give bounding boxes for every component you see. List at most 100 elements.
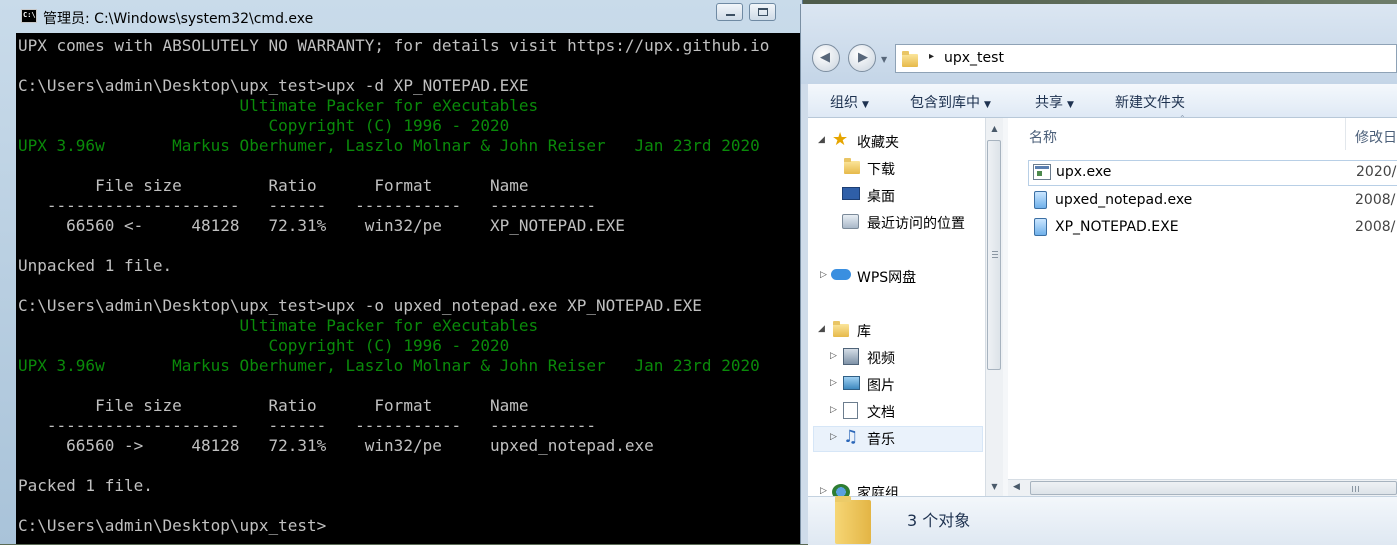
tree-item-downloads[interactable]: 下载: [840, 156, 980, 180]
new-folder-label: 新建文件夹: [1115, 95, 1185, 111]
chevron-down-icon: ▼: [984, 100, 991, 110]
grip-line: [992, 254, 998, 255]
cmd-window[interactable]: C:\ 管理员: C:\Windows\system32\cmd.exe UPX…: [0, 0, 803, 544]
breadcrumb-separator[interactable]: ▸: [929, 51, 934, 62]
videos-icon: [843, 348, 859, 365]
expand-arrow-icon[interactable]: ▷: [820, 270, 827, 280]
scroll-up-arrow-icon[interactable]: ▲: [986, 120, 1003, 137]
recent-pages-dropdown[interactable]: ▼: [881, 55, 887, 64]
tree-item-videos[interactable]: ▷ 视频: [830, 345, 980, 369]
maximize-icon: [758, 8, 768, 16]
chevron-down-icon: ▼: [862, 100, 869, 110]
address-bar[interactable]: ▸ upx_test: [895, 44, 1397, 73]
include-in-library-label: 包含到库中: [910, 95, 980, 111]
expand-arrow-icon[interactable]: ▷: [830, 432, 837, 442]
console-line: Ultimate Packer for eXecutables: [18, 96, 539, 115]
file-name: upx.exe: [1056, 164, 1112, 180]
folder-icon: [902, 51, 918, 67]
tree-item-recent-places[interactable]: 最近访问的位置: [840, 210, 980, 234]
cmd-title-bar[interactable]: C:\ 管理员: C:\Windows\system32\cmd.exe: [0, 0, 802, 33]
scrollbar-thumb[interactable]: [987, 140, 1001, 370]
library-icon: [833, 321, 849, 337]
sort-ascending-icon: ⌃: [1179, 114, 1186, 123]
organize-label: 组织: [830, 95, 858, 111]
command-bar: 组织 ▼ 包含到库中 ▼ 共享 ▼ 新建文件夹: [808, 84, 1397, 118]
downloads-label: 下载: [867, 162, 895, 178]
wps-cloud-label: WPS网盘: [857, 270, 917, 286]
expand-arrow-icon[interactable]: ▷: [830, 378, 837, 388]
cmd-icon[interactable]: C:\: [21, 9, 37, 23]
include-in-library-button[interactable]: 包含到库中 ▼: [910, 92, 991, 112]
console-line: Unpacked 1 file.: [18, 256, 173, 275]
tree-item-pictures[interactable]: ▷ 图片: [830, 372, 980, 396]
horizontal-scrollbar[interactable]: ◀: [1008, 479, 1397, 496]
organize-button[interactable]: 组织 ▼: [830, 92, 869, 112]
console-line: Packed 1 file.: [18, 476, 153, 495]
console-line: Copyright (C) 1996 - 2020: [18, 336, 510, 355]
music-icon: ♫: [843, 427, 859, 447]
file-date: 2008/: [1355, 192, 1396, 208]
documents-label: 文档: [867, 405, 895, 421]
tree-item-libraries[interactable]: ◢ 库: [818, 318, 978, 342]
libraries-label: 库: [857, 324, 871, 340]
console-line: 66560 <- 48128 72.31% win32/pe XP_NOTEPA…: [18, 216, 625, 235]
file-row-upxed-notepad[interactable]: upxed_notepad.exe 2008/: [1028, 189, 1397, 213]
expand-arrow-icon[interactable]: ▷: [820, 486, 827, 496]
grip-line: [992, 251, 998, 252]
column-header-date-modified[interactable]: 修改日: [1355, 127, 1397, 147]
desktop-icon: [842, 187, 860, 200]
console-line: UPX 3.96w Markus Oberhumer, Laszlo Molna…: [18, 136, 760, 155]
scroll-left-arrow-icon[interactable]: ◀: [1013, 482, 1020, 492]
grip-line: [992, 257, 998, 258]
scroll-down-arrow-icon[interactable]: ▼: [986, 478, 1003, 495]
tree-item-music[interactable]: ▷ ♫ 音乐: [830, 426, 980, 450]
back-button[interactable]: ◀: [812, 44, 840, 72]
expand-arrow-icon[interactable]: ▷: [830, 351, 837, 361]
file-row-upx-exe[interactable]: upx.exe 2020/: [1028, 160, 1397, 186]
tree-item-documents[interactable]: ▷ 文档: [830, 399, 980, 423]
tree-item-favorites[interactable]: ◢ ★ 收藏夹: [818, 129, 978, 153]
horizontal-scrollbar-thumb[interactable]: [1030, 481, 1397, 495]
maximize-button[interactable]: [749, 3, 776, 21]
pictures-icon: [843, 376, 860, 390]
console-line: C:\Users\admin\Desktop\upx_test>upx -d X…: [18, 76, 529, 95]
breadcrumb-upx-test[interactable]: upx_test: [944, 50, 1004, 66]
notepad-icon: [1034, 218, 1047, 236]
exe-icon: [1033, 164, 1051, 180]
videos-label: 视频: [867, 351, 895, 367]
share-button[interactable]: 共享 ▼: [1035, 92, 1074, 112]
console-line: UPX comes with ABSOLUTELY NO WARRANTY; f…: [18, 36, 770, 55]
homegroup-label: 家庭组: [857, 486, 899, 496]
console-output[interactable]: UPX comes with ABSOLUTELY NO WARRANTY; f…: [16, 33, 802, 544]
collapse-arrow-icon[interactable]: ◢: [818, 135, 825, 145]
details-pane: [808, 496, 1397, 545]
folder-icon: [835, 496, 871, 544]
file-date: 2020/: [1356, 164, 1397, 180]
notepad-icon: [1034, 191, 1047, 209]
console-line: UPX 3.96w Markus Oberhumer, Laszlo Molna…: [18, 356, 760, 375]
back-arrow-icon: ◀: [820, 50, 830, 65]
file-name: upxed_notepad.exe: [1055, 192, 1193, 208]
downloads-folder-icon: [844, 158, 860, 174]
column-header-name[interactable]: 名称: [1029, 127, 1057, 147]
file-row-xp-notepad[interactable]: XP_NOTEPAD.EXE 2008/: [1028, 216, 1397, 240]
console-line: C:\Users\admin\Desktop\upx_test>: [18, 516, 327, 535]
console-line: Copyright (C) 1996 - 2020: [18, 116, 510, 135]
collapse-arrow-icon[interactable]: ◢: [818, 324, 825, 334]
file-date: 2008/: [1355, 219, 1396, 235]
console-line: C:\Users\admin\Desktop\upx_test>upx -o u…: [18, 296, 702, 315]
wps-cloud-icon: [831, 269, 851, 280]
share-label: 共享: [1035, 95, 1063, 111]
tree-item-wps-cloud[interactable]: ▷ WPS网盘: [818, 264, 978, 288]
forward-button[interactable]: ▶: [848, 44, 876, 72]
tree-item-desktop[interactable]: 桌面: [840, 183, 980, 207]
expand-arrow-icon[interactable]: ▷: [830, 405, 837, 415]
console-line: File size Ratio Format Name: [18, 176, 529, 195]
new-folder-button[interactable]: 新建文件夹: [1115, 92, 1185, 112]
navigation-pane-scrollbar[interactable]: ▲ ▼: [985, 118, 1003, 496]
column-separator[interactable]: [1345, 118, 1346, 150]
tree-item-homegroup[interactable]: ▷ 家庭组: [818, 480, 978, 496]
recent-places-label: 最近访问的位置: [867, 216, 965, 232]
console-line: -------------------- ------ ----------- …: [18, 416, 596, 435]
minimize-button[interactable]: [716, 3, 743, 21]
